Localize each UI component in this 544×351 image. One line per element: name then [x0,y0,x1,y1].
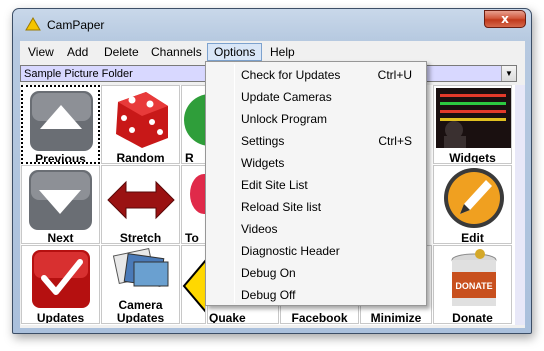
menu-add[interactable]: Add [60,43,95,61]
menu-item-widgets[interactable]: Widgets [208,152,424,174]
menu-item-label: Unlock Program [241,112,328,126]
donate-label: Donate [452,311,493,324]
title-bar[interactable]: CamPaper x [13,9,531,39]
menu-item-videos[interactable]: Videos [208,218,424,240]
stretch-button[interactable]: Stretch [101,165,180,244]
menu-item-check-for-updates[interactable]: Check for Updates Ctrl+U [208,64,424,86]
folder-select-value: Sample Picture Folder [24,68,133,80]
r-label: R [185,151,194,164]
menu-item-label: Check for Updates [241,68,341,82]
next-button[interactable]: Next [21,165,100,244]
window-title: CamPaper [47,18,105,32]
menu-channels[interactable]: Channels [144,43,209,61]
menu-bar: View Add Delete Channels Options Help [20,41,525,63]
menu-item-shortcut: Ctrl+S [378,134,412,148]
to-button[interactable]: To [181,165,206,244]
menu-item-reload-site-list[interactable]: Reload Site list [208,196,424,218]
menu-item-unlock-program[interactable]: Unlock Program [208,108,424,130]
campaper-triangle-icon [25,17,41,31]
camera-updates-button[interactable]: Camera Updates [101,245,180,324]
donate-can-text: DONATE [455,281,492,291]
camera-updates-label-line1: Camera [118,298,163,312]
menu-item-edit-site-list[interactable]: Edit Site List [208,174,424,196]
menu-item-label: Diagnostic Header [241,244,340,258]
camera-updates-label-line2: Updates [116,311,165,324]
menu-item-label: Update Cameras [241,90,332,104]
facebook-label: Facebook [291,311,348,324]
menu-item-diagnostic-header[interactable]: Diagnostic Header [208,240,424,262]
edit-button[interactable]: Edit [433,165,512,244]
menu-item-shortcut: Ctrl+U [377,68,412,82]
menu-item-debug-off[interactable]: Debug Off [208,284,424,306]
menu-item-label: Widgets [241,156,285,170]
minimize-label: Minimize [370,311,422,324]
previous-label: Previous [35,152,86,164]
widgets-label: Widgets [449,151,496,164]
warning-sign-icon [182,259,205,313]
menu-item-label: Settings [241,134,285,148]
edit-label: Edit [461,231,484,244]
menu-delete[interactable]: Delete [97,43,146,61]
close-button[interactable]: x [484,10,526,28]
menu-item-label: Edit Site List [241,178,308,192]
previous-button[interactable]: Previous [21,85,100,164]
updates-button[interactable]: Updates [21,245,100,324]
donate-button[interactable]: DONATE Donate [433,245,512,324]
chevron-down-icon[interactable]: ▼ [501,66,516,81]
widgets-button[interactable]: Widgets [433,85,512,164]
menu-view[interactable]: View [21,43,61,61]
menu-item-label: Debug Off [241,288,296,302]
random-label: Random [116,151,165,164]
next-label: Next [47,231,74,244]
menu-item-label: Debug On [241,266,296,280]
quake-label: Quake [209,311,246,324]
options-dropdown: Check for Updates Ctrl+U Update Cameras … [205,61,427,306]
menu-options[interactable]: Options [207,43,263,61]
grid-scroll-gutter [515,85,525,325]
menu-item-update-cameras[interactable]: Update Cameras [208,86,424,108]
updates-label: Updates [36,311,85,324]
quake-button[interactable] [181,245,206,324]
random-button[interactable]: Random [101,85,180,164]
menu-item-label: Reload Site list [241,200,322,214]
menu-help[interactable]: Help [263,43,302,61]
to-label: To [185,231,199,244]
menu-item-debug-on[interactable]: Debug On [208,262,424,284]
stretch-label: Stretch [119,231,162,244]
menu-item-settings[interactable]: Settings Ctrl+S [208,130,424,152]
r-button[interactable]: R [181,85,206,164]
menu-item-label: Videos [241,222,278,236]
